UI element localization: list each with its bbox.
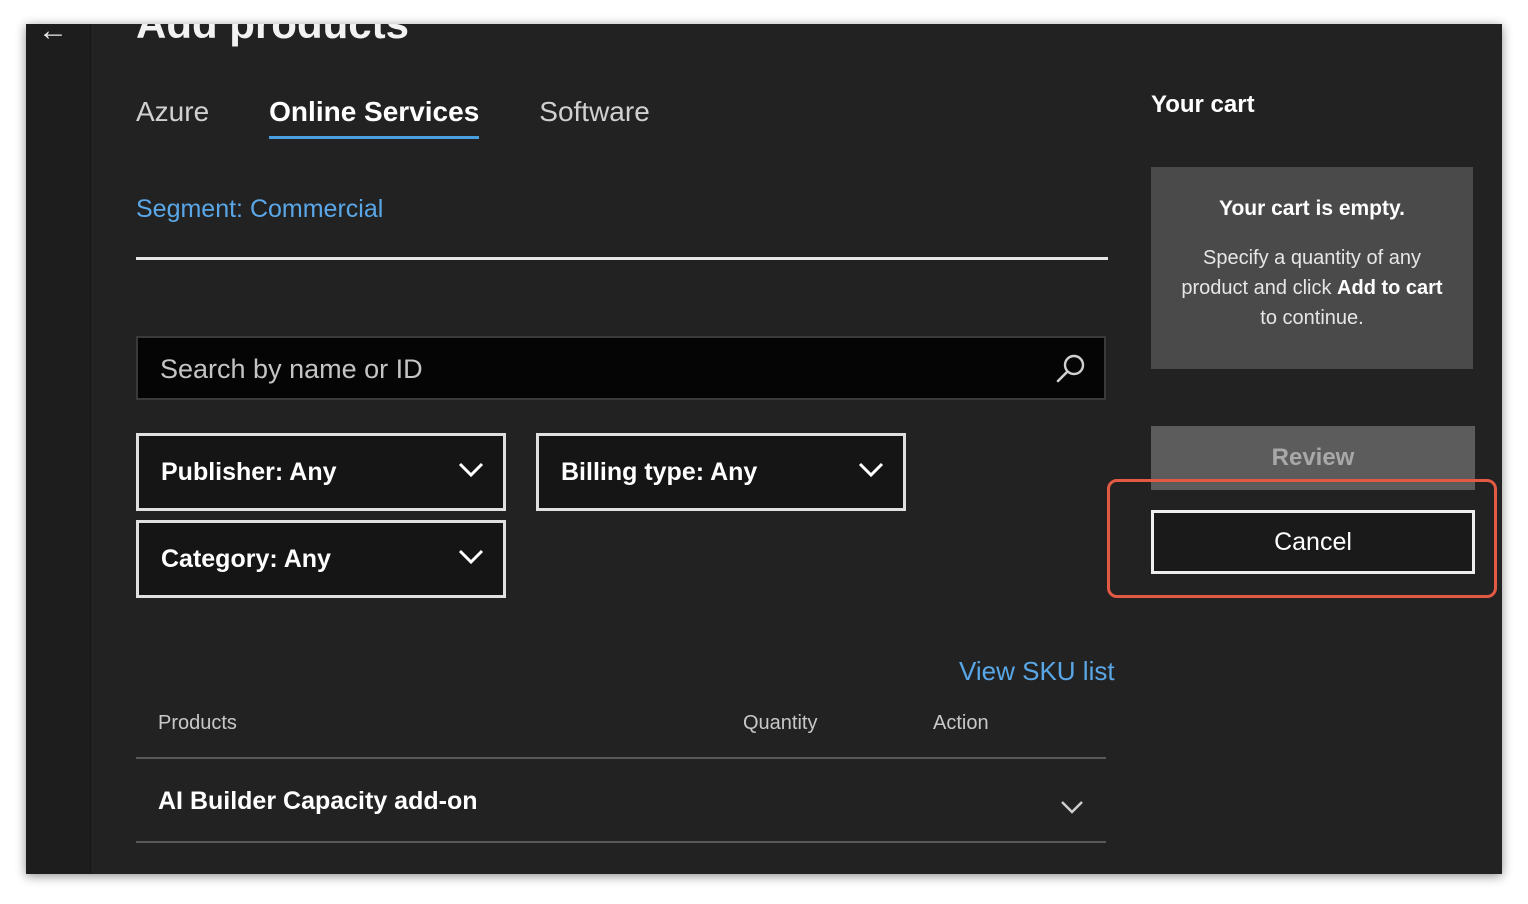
- column-header-quantity: Quantity: [743, 712, 818, 734]
- cart-empty-message: Specify a quantity of any product and cl…: [1175, 243, 1449, 333]
- cart-panel: Your cart is empty. Specify a quantity o…: [1151, 167, 1473, 369]
- search-icon[interactable]: [1054, 352, 1088, 386]
- chevron-down-icon: [858, 462, 884, 478]
- publisher-dropdown-label: Publisher: Any: [161, 458, 337, 486]
- product-row-name: AI Builder Capacity add-on: [158, 787, 478, 815]
- review-button[interactable]: Review: [1151, 426, 1475, 490]
- category-dropdown-label: Category: Any: [161, 545, 331, 573]
- search-box: [136, 336, 1106, 400]
- tab-azure[interactable]: Azure: [136, 96, 209, 139]
- cart-message-emphasis: Add to cart: [1337, 277, 1443, 299]
- cart-title: Your cart: [1151, 91, 1255, 118]
- cart-empty-title: Your cart is empty.: [1219, 197, 1405, 220]
- view-sku-list-link[interactable]: View SKU list: [959, 656, 1115, 687]
- divider: [136, 257, 1108, 260]
- column-header-products: Products: [158, 712, 237, 734]
- back-arrow-icon[interactable]: ←: [38, 24, 68, 46]
- billing-type-dropdown-label: Billing type: Any: [561, 458, 758, 486]
- left-rail: ←: [26, 24, 91, 874]
- search-input[interactable]: [158, 338, 1042, 400]
- table-divider: [136, 841, 1106, 843]
- segment-link[interactable]: Segment: Commercial: [136, 195, 383, 224]
- tab-online-services[interactable]: Online Services: [269, 96, 480, 139]
- table-divider: [136, 757, 1106, 759]
- billing-type-dropdown[interactable]: Billing type: Any: [536, 433, 906, 511]
- app-window: ← Add products Azure Online Services Sof…: [26, 24, 1502, 874]
- tab-software[interactable]: Software: [539, 96, 650, 139]
- chevron-down-icon: [458, 462, 484, 478]
- column-header-action: Action: [933, 712, 989, 734]
- page-title: Add products: [136, 24, 409, 48]
- category-dropdown[interactable]: Category: Any: [136, 520, 506, 598]
- cancel-button[interactable]: Cancel: [1151, 510, 1475, 574]
- chevron-down-icon[interactable]: [1059, 798, 1085, 816]
- publisher-dropdown[interactable]: Publisher: Any: [136, 433, 506, 511]
- product-tabs: Azure Online Services Software: [136, 96, 650, 139]
- chevron-down-icon: [458, 549, 484, 565]
- cart-message-suffix: to continue.: [1260, 307, 1364, 329]
